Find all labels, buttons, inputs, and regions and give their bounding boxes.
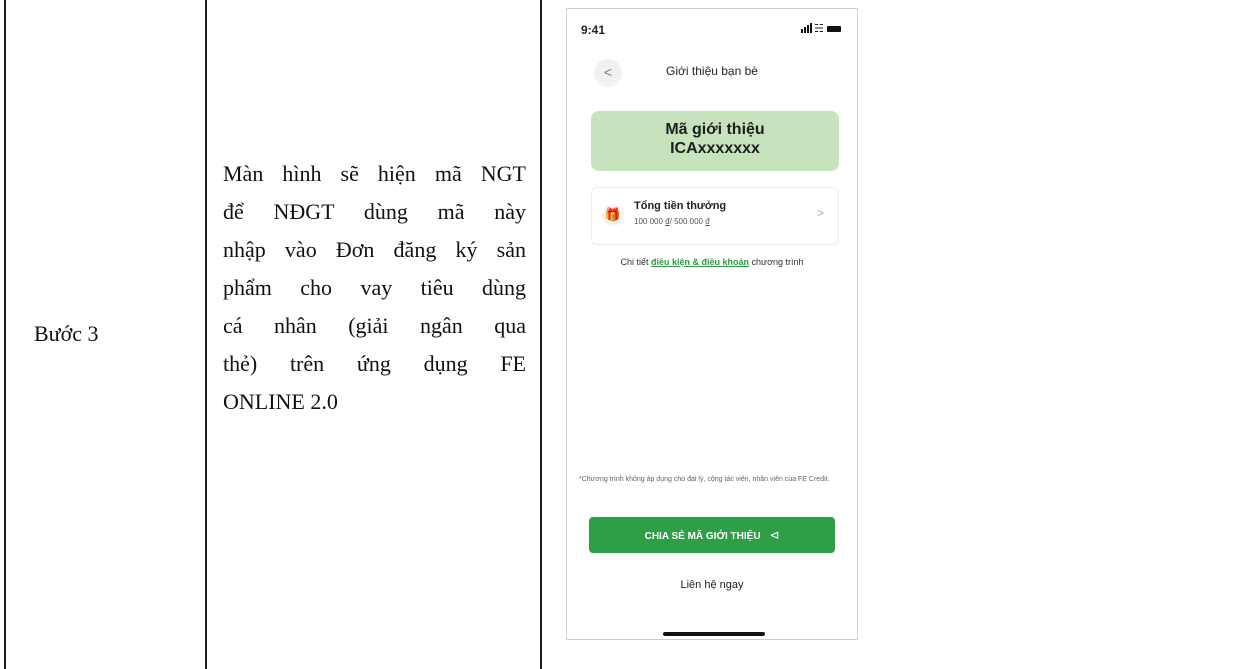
table-column-divider-1 xyxy=(205,0,207,669)
referral-code: ICAxxxxxxx xyxy=(670,140,760,157)
step-label: Bước 3 xyxy=(34,321,99,346)
home-indicator xyxy=(663,632,765,636)
terms-text: Chi tiết điều kiện & điều khoản chương t… xyxy=(620,257,804,267)
status-time: 9:41 xyxy=(581,23,606,37)
phone-screenshot: 9:41 ☵ < Giới thiệu bạn bè Mã giới thiệu… xyxy=(566,8,858,640)
signal-icon xyxy=(801,29,803,33)
description-line: thẻ) trên ứng dụng FE xyxy=(223,351,526,376)
referral-code-card: Mã giới thiệu ICAxxxxxxx xyxy=(591,111,839,171)
page-title: Giới thiệu bạn bè xyxy=(666,64,758,78)
terms-link[interactable]: điều kiện & điều khoản xyxy=(651,257,749,267)
contact-now-link[interactable]: Liên hệ ngay xyxy=(567,579,857,591)
description-line: nhập vào Đơn đăng ký sản xyxy=(223,237,526,262)
disclaimer-note: *Chương trình không áp dụng cho đại lý, … xyxy=(579,476,830,483)
total-reward-card[interactable]: 🎁 Tổng tiền thưởng 100 000 đ/ 500 000 đ … xyxy=(591,187,839,245)
description-line: phẩm cho vay tiêu dùng xyxy=(223,275,526,300)
description-line: cá nhân (giải ngân qua xyxy=(223,313,526,338)
reward-amount: 100 000 đ/ 500 000 đ xyxy=(634,217,710,226)
reward-title: Tổng tiền thưởng xyxy=(634,200,727,212)
description-line: ONLINE 2.0 xyxy=(223,389,338,414)
table-left-border xyxy=(4,0,6,669)
battery-icon xyxy=(827,26,841,32)
wifi-icon: ☵ xyxy=(814,23,824,35)
share-referral-code-button[interactable]: CHIA SẺ MÃ GIỚI THIỆU ⊲ xyxy=(589,517,835,553)
chevron-right-icon: > xyxy=(816,206,824,220)
referral-code-label: Mã giới thiệu xyxy=(665,121,765,138)
share-button-label: CHIA SẺ MÃ GIỚI THIỆU xyxy=(644,531,761,542)
step-description: Màn hình sẽ hiện mã NGT để NĐGT dùng mã … xyxy=(223,155,526,421)
gift-icon: 🎁 xyxy=(602,204,624,226)
description-line: để NĐGT dùng mã này xyxy=(223,199,526,224)
table-column-divider-2 xyxy=(540,0,542,669)
share-icon: ⊲ xyxy=(769,528,780,542)
status-icons: ☵ xyxy=(801,23,841,35)
description-line: Màn hình sẽ hiện mã NGT xyxy=(223,161,526,186)
